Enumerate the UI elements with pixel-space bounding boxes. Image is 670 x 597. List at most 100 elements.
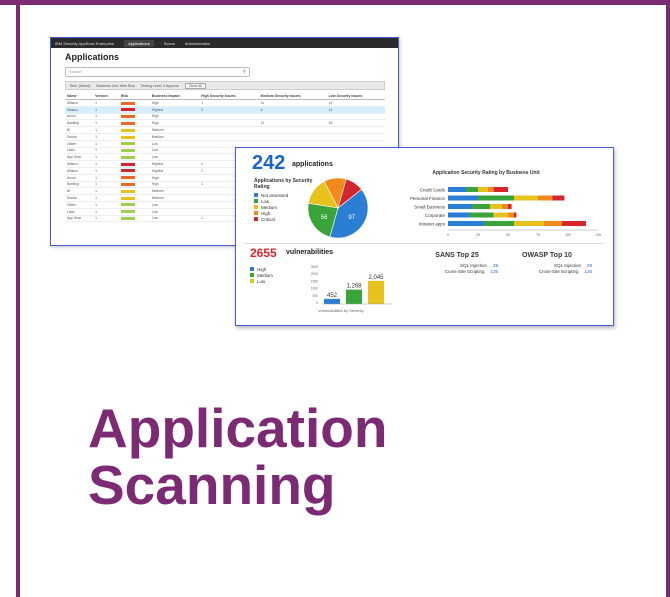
table-cell: 1 [93,99,119,107]
app-brand: IBM Security AppScan Enterprise [55,40,115,46]
risk-bar [120,210,135,214]
nav-tab-administration[interactable]: Administration [185,41,210,46]
risk-bar [120,162,135,166]
bar-tick-label: 75 [536,233,540,237]
table-cell: 11 [258,99,327,107]
table-cell: 1 [93,208,119,216]
vbar-tick-label: 1500 [311,279,318,283]
table-cell: 18 [326,119,385,128]
bar-segment [562,221,586,226]
risk-bar [120,217,135,221]
table-row[interactable]: Banking 1 High 11 18 [65,119,385,128]
table-cell: Medium [149,133,200,141]
bar-segment [448,187,466,192]
legend-label: Low [257,278,266,284]
table-cell [118,140,150,148]
table-row[interactable]: Alfasco 1 Highest 3 6 14 [65,106,385,114]
table-cell: 1 [93,181,119,189]
table-cell: 1 [93,194,119,202]
frame-right-border [666,0,670,597]
risk-bar [120,121,135,125]
table-cell: Low [149,208,200,216]
table-cell: 1 [93,174,119,182]
vbar-tick-label: 0 [316,301,318,305]
vbar [368,280,384,304]
table-cell: 1 [199,99,259,107]
table-cell [199,133,259,141]
bar-segment [538,195,553,201]
table-cell: 1 [93,147,119,155]
table-cell: 1 [93,113,119,121]
table-cell: App Gear [65,215,94,223]
legend-swatch [254,193,258,197]
search-icon: ⚲ [242,69,246,75]
risk-bar [120,183,135,187]
risk-bar [120,189,135,193]
vbar-data-label: 2,045 [368,275,384,281]
legend-label: High [261,210,271,216]
table-cell [118,174,150,182]
table-cell: 1 [93,167,119,175]
legend-swatch [250,273,254,277]
clear-all-button[interactable]: Clear All [184,82,206,89]
table-cell [118,208,150,216]
sans-row-value[interactable]: 135 [490,269,498,274]
table-cell: Highest [149,160,200,168]
filter-business-unit[interactable]: Business Unit: Web Risk [96,84,134,88]
search-input[interactable]: Search ⚲ [65,67,250,77]
bar-tick-label: 0 [447,233,449,237]
table-row[interactable]: Arrow 1 High [65,113,385,121]
filter-risk[interactable]: Risk: (Mixed) [70,84,90,88]
table-cell [118,215,150,223]
table-row[interactable]: BI 1 Medium [65,126,385,134]
table-cell [118,133,150,141]
bar-segment [544,221,562,226]
bar-segment [508,204,512,209]
filter-testing-level[interactable]: Testing Level: 3 Approve [141,84,179,88]
heading-line-2: Scanning [88,454,336,516]
bar-segment [472,204,490,209]
table-cell: Medium [149,126,200,134]
table-cell [118,153,150,162]
table-cell [118,201,150,209]
nav-tab-scans[interactable]: Scans [164,41,175,46]
owasp-row-value[interactable]: 135 [584,269,592,274]
bar-segment [493,187,508,192]
business-unit-bar-chart: Credit Cards Personal Finance Small Busine… [410,187,601,237]
owasp-row-value[interactable]: 29 [587,263,592,268]
frame-top-border [0,0,670,5]
legend-item: Low [250,278,273,284]
table-cell: 14 [326,106,385,114]
table-cell: Lawn [65,208,94,216]
sans-row-value[interactable]: 29 [493,263,498,268]
table-cell: Low [149,153,200,162]
table-cell: Banking [65,181,94,189]
table-cell: Alfasco [65,160,94,168]
bar-tick-label: 50 [506,233,510,237]
bar-segment [478,195,514,201]
table-cell: Glitter [65,140,94,148]
legend-swatch [254,211,258,215]
bar-segment [514,212,517,218]
bar-segment [490,204,502,209]
legend-label: Medium [261,204,278,210]
table-row[interactable]: Dentia 1 Medium [65,133,385,141]
table-cell: Alfasco [65,99,94,107]
risk-bar [120,155,135,159]
table-cell [118,147,150,155]
security-rating-pie-chart: 97 56 [307,177,369,239]
app-nav-bar: IBM Security AppScan Enterprise Applicat… [51,38,398,48]
table-row[interactable]: Alfasco 1 High 1 11 12 [65,99,385,107]
table-cell: App Gear [65,153,94,162]
table-cell: Dentia [65,194,94,202]
legend-swatch [254,217,258,221]
pie-slice-label: 56 [321,215,328,221]
filter-bar: Risk: (Mixed) Business Unit: Web Risk Te… [65,81,385,90]
owasp-title: OWASP Top 10 [522,252,572,259]
table-cell [258,126,327,134]
vulnerabilities-label: vulnerabilities [286,249,334,256]
table-cell: High [149,181,200,189]
risk-bar [120,108,135,112]
nav-tab-applications[interactable]: Applications [124,39,154,47]
bar-segment [448,204,472,209]
